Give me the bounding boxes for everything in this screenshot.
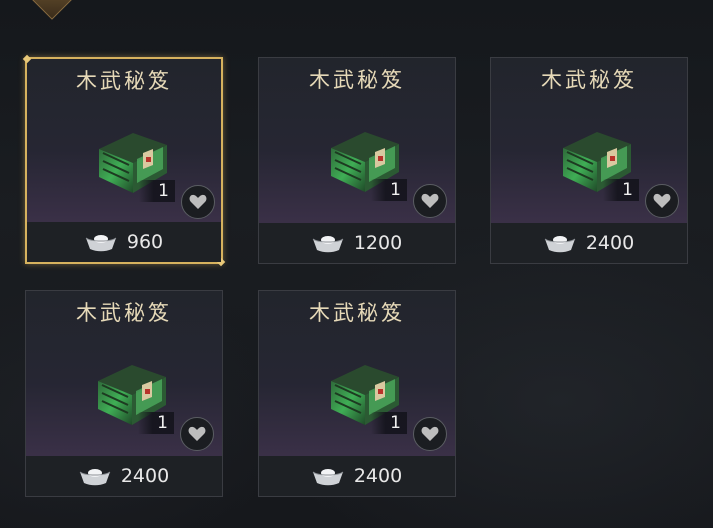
item-quantity: 1	[138, 412, 174, 434]
item-name: 木武秘笈	[76, 69, 172, 93]
shop-item-card[interactable]: 木武秘笈 1 2400	[490, 57, 688, 264]
silver-ingot-icon	[312, 469, 344, 486]
price-bar: 2400	[26, 456, 222, 496]
item-price: 2400	[120, 465, 170, 487]
price-bar: 2400	[491, 223, 687, 263]
heart-icon	[189, 194, 207, 209]
price-bar: 1200	[259, 223, 455, 263]
price-bar: 2400	[259, 456, 455, 496]
silver-ingot-icon	[544, 236, 576, 253]
silver-ingot-icon	[79, 469, 111, 486]
item-name: 木武秘笈	[541, 68, 637, 92]
heart-icon	[421, 426, 439, 441]
item-quantity: 1	[603, 179, 639, 201]
heart-icon	[188, 426, 206, 441]
favorite-button[interactable]	[180, 417, 214, 451]
favorite-button[interactable]	[181, 185, 215, 219]
favorite-button[interactable]	[413, 417, 447, 451]
item-quantity: 1	[371, 179, 407, 201]
favorite-button[interactable]	[645, 184, 679, 218]
shop-item-card[interactable]: 木武秘笈 1 2400	[258, 290, 456, 497]
item-price: 960	[126, 231, 164, 253]
heart-icon	[653, 193, 671, 208]
silver-ingot-icon	[85, 235, 117, 252]
top-ornament	[32, 0, 72, 20]
item-name: 木武秘笈	[76, 301, 172, 325]
item-price: 2400	[585, 232, 635, 254]
item-name: 木武秘笈	[309, 68, 405, 92]
corner-ornament	[22, 54, 32, 64]
item-quantity: 1	[371, 412, 407, 434]
silver-ingot-icon	[312, 236, 344, 253]
favorite-button[interactable]	[413, 184, 447, 218]
shop-item-card[interactable]: 木武秘笈 1 1200	[258, 57, 456, 264]
item-price: 1200	[353, 232, 403, 254]
item-name: 木武秘笈	[309, 301, 405, 325]
shop-item-card[interactable]: 木武秘笈 1 960	[22, 54, 226, 267]
heart-icon	[421, 193, 439, 208]
price-bar: 960	[27, 222, 221, 262]
item-price: 2400	[353, 465, 403, 487]
item-quantity: 1	[139, 180, 175, 202]
shop-item-card[interactable]: 木武秘笈 1 2400	[25, 290, 223, 497]
